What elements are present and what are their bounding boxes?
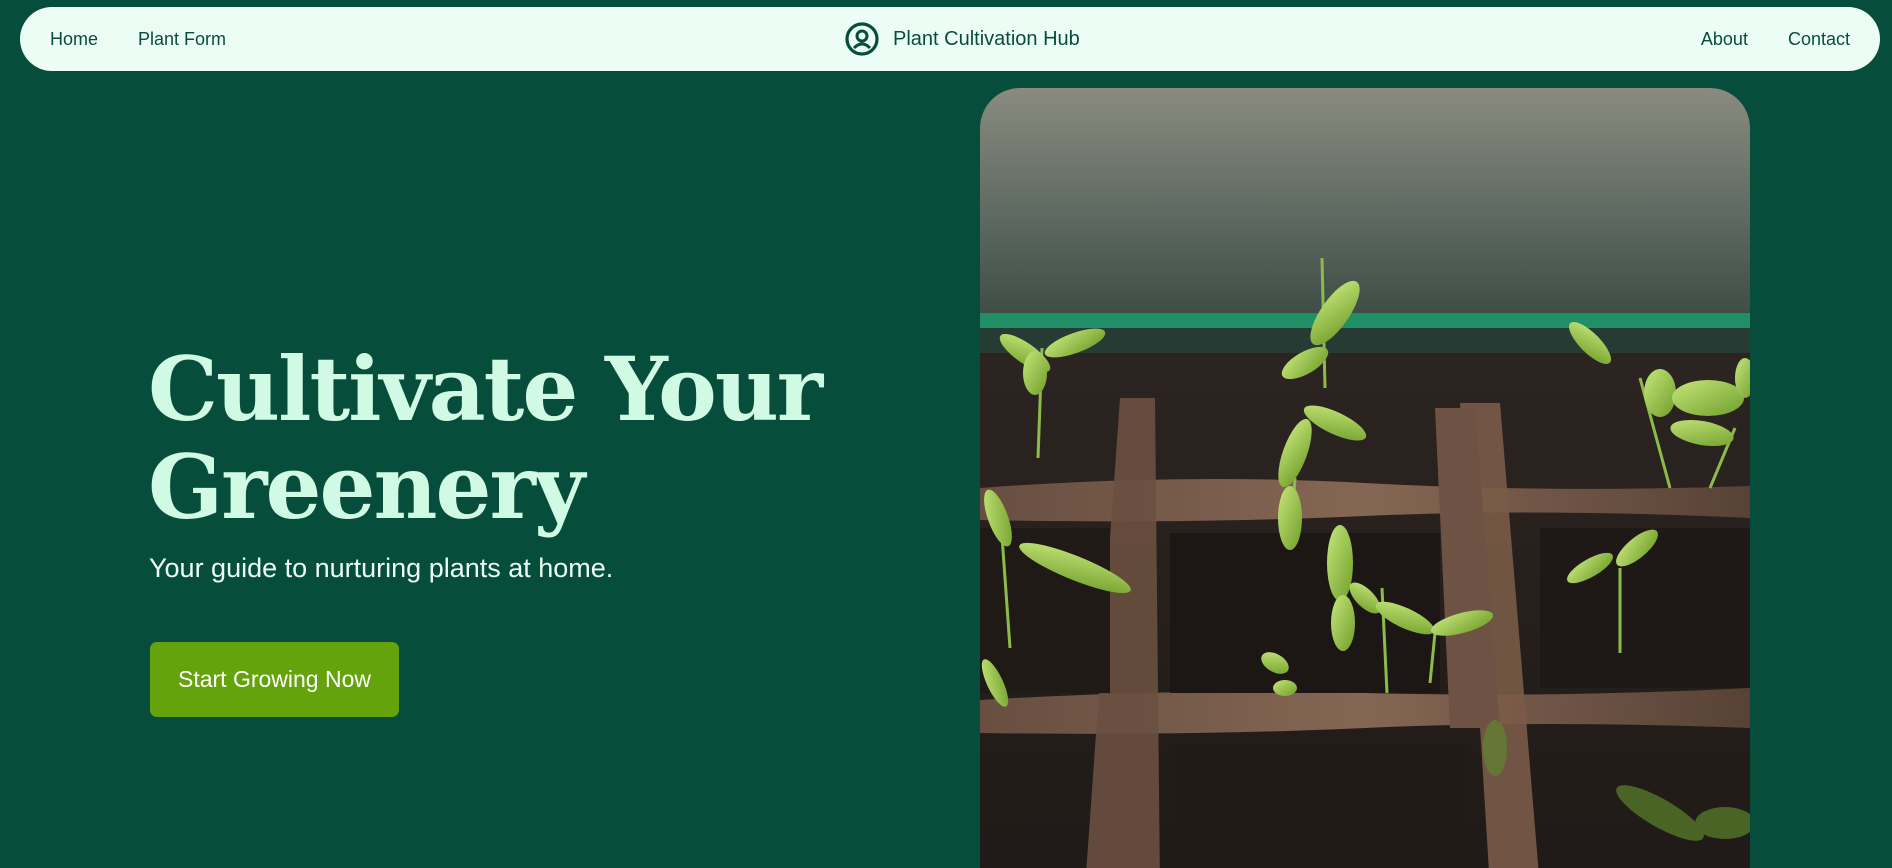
nav-right-group: About Contact [1701, 7, 1850, 71]
nav-link-home[interactable]: Home [50, 29, 98, 50]
brand-title: Plant Cultivation Hub [893, 27, 1080, 50]
brand-logo-link[interactable]: Plant Cultivation Hub [844, 7, 1080, 71]
seedlings-photo-illustration [980, 88, 1750, 868]
start-growing-button[interactable]: Start Growing Now [150, 642, 399, 717]
nav-link-contact[interactable]: Contact [1788, 29, 1850, 50]
nav-link-plant-form[interactable]: Plant Form [138, 29, 226, 50]
plant-hub-logo-icon [845, 22, 879, 56]
top-navbar: Home Plant Form Plant Cultivation Hub Ab… [20, 7, 1880, 71]
nav-link-about[interactable]: About [1701, 29, 1748, 50]
nav-left-group: Home Plant Form [50, 7, 226, 71]
seedlings-hero-image [980, 88, 1750, 868]
hero-subtitle: Your guide to nurturing plants at home. [149, 553, 614, 583]
hero-title: Cultivate Your Greenery [148, 337, 823, 539]
page: Home Plant Form Plant Cultivation Hub Ab… [0, 0, 1892, 868]
